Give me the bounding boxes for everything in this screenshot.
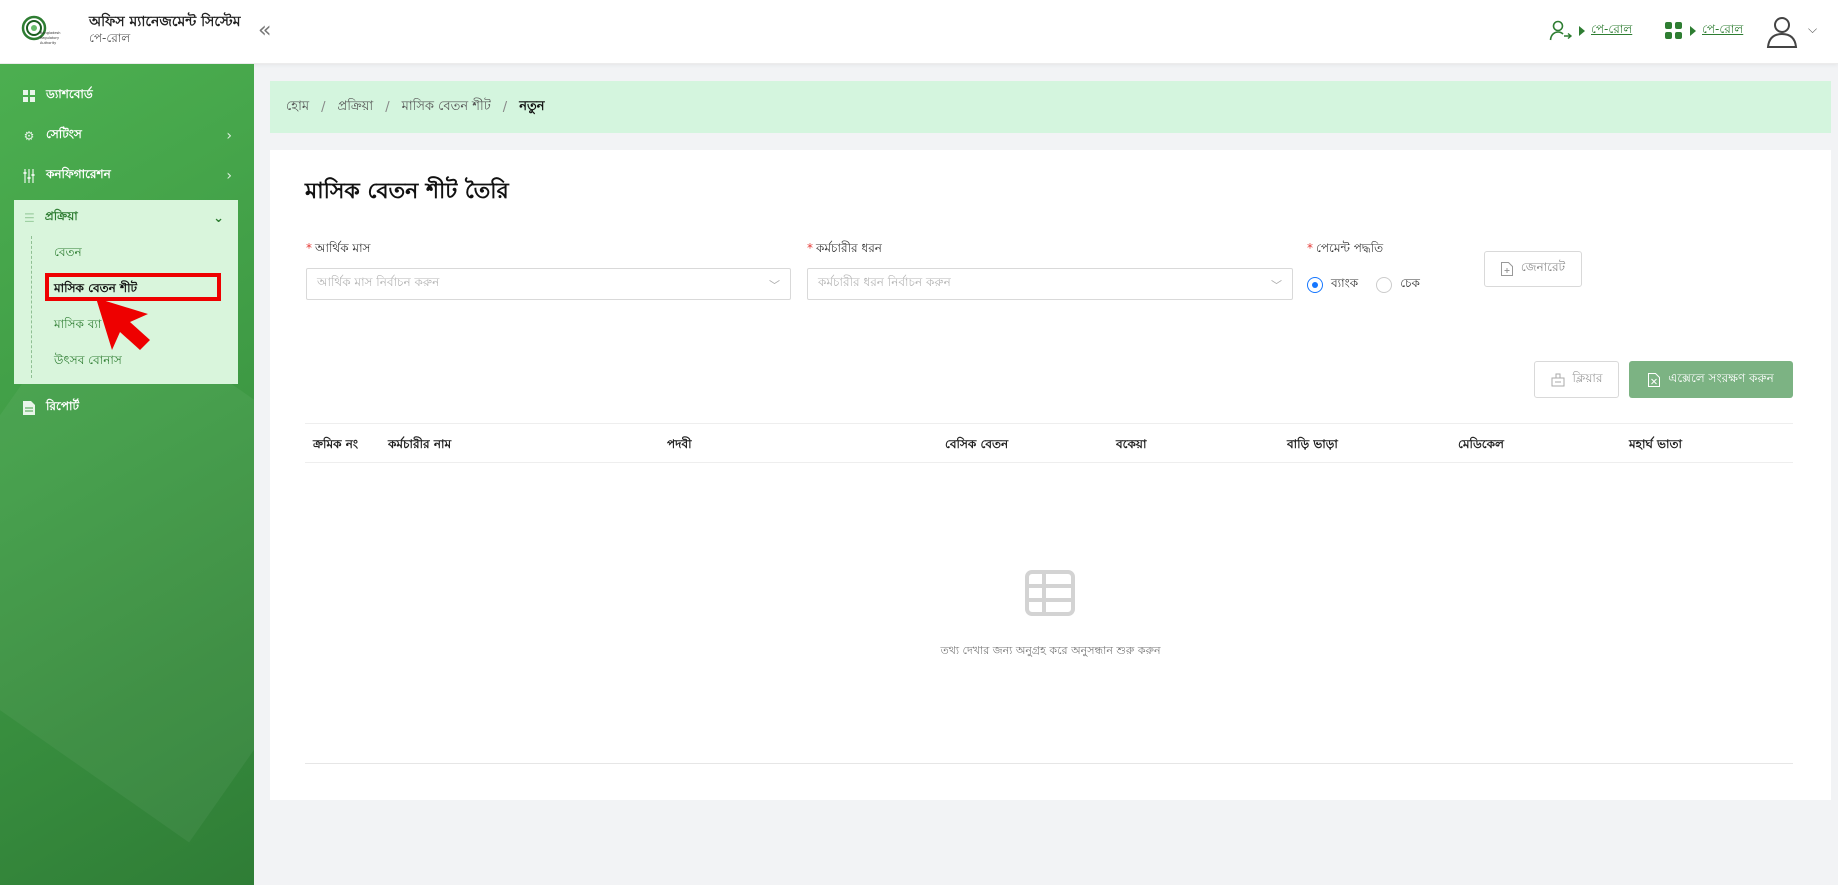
breadcrumb: হোম / প্রক্রিয়া / মাসিক বেতন শীট / নতুন [270,81,1831,133]
column-header: বেসিক বেতন [945,437,1009,451]
chevron-right-icon: › [226,168,232,184]
chevron-down-icon: ﹀ [769,279,780,292]
payment-option-cheque[interactable]: চেক [1376,275,1420,295]
generate-button-label: জেনারেট [1520,260,1566,274]
excel-file-icon [1648,372,1661,387]
process-submenu: ☰ প্রক্রিয়া ⌄ বেতন মাসিক বেতন শীট মাসিক… [14,200,238,384]
column-header: কর্মচারীর নাম [388,437,452,451]
clear-icon [1551,373,1564,386]
column-header: বকেয়া [1116,437,1147,451]
gear-icon: ⚙ [23,129,35,143]
payment-option-label: চেক [1400,276,1420,290]
svg-text:Authority: Authority [40,41,56,45]
user-switch-icon [1549,20,1573,41]
logo-icon: Bangladesh Regulatory Authority [21,15,61,45]
sidebar-item-label: সেটিংস [46,127,82,141]
payment-option-bank[interactable]: ব্যাংক [1307,275,1358,295]
save-excel-button[interactable]: এক্সেলে সংরক্ষণ করুন [1629,361,1793,398]
main-card: মাসিক বেতন শীট তৈরি * আর্থিক মাস আর্থিক ম… [270,150,1831,800]
submenu-item-salary[interactable]: বেতন [54,244,82,264]
fiscal-month-label: * আর্থিক মাস [306,241,371,255]
fiscal-month-placeholder: আর্থিক মাস নির্বাচন করুন [317,275,440,289]
save-excel-button-label: এক্সেলে সংরক্ষণ করুন [1668,370,1774,385]
chevron-right-icon: › [226,128,232,144]
sidebar-item-label: রিপোর্ট [46,399,80,413]
submenu-item-festival-bonus[interactable]: উৎসব বোনাস [54,352,122,372]
employee-type-placeholder: কর্মচারীর ধরন নির্বাচন করুন [818,275,951,289]
submenu-guide-line [31,236,32,378]
empty-state-text: তথ্য দেখার জন্য অনুগ্রহ করে অনুসন্ধান শু… [940,644,1161,657]
chevron-down-icon: ⌄ [213,210,224,226]
sidebar-item-label: কনফিগারেশন [46,167,111,181]
user-avatar-icon[interactable] [1765,14,1799,48]
submenu-item-monthly-bank[interactable]: মাসিক ব্যা [54,316,101,336]
list-icon: ☰ [24,211,35,225]
sidebar-item-label: ড্যাশবোর্ড [46,87,93,101]
sidebar-item-configuration[interactable]: কনফিগারেশন › [22,164,232,188]
submenu-item-monthly-salary-sheet[interactable]: মাসিক বেতন শীট [54,280,137,300]
sidebar-item-report[interactable]: রিপোর্ট [22,396,79,420]
breadcrumb-separator: / [502,99,508,115]
employee-type-select[interactable]: কর্মচারীর ধরন নির্বাচন করুন ﹀ [807,268,1293,300]
apps-switch-link[interactable]: পে-রোল [1664,18,1743,44]
empty-table-icon [1025,570,1075,616]
sidebar-item-settings[interactable]: ⚙ সেটিংস › [22,124,232,148]
svg-text:Regulatory: Regulatory [40,36,59,40]
caret-right-icon [1579,26,1585,36]
clear-button-label: ক্লিয়ার [1572,370,1603,385]
table-bottom-divider [305,763,1793,764]
chevron-down-icon: ﹀ [1271,279,1282,292]
apps-grid-icon [1665,22,1682,39]
payment-option-label: ব্যাংক [1331,276,1359,290]
sidebar: ড্যাশবোর্ড ⚙ সেটিংস › কনফিগারেশন › ☰ প্র… [0,64,254,885]
fiscal-month-select[interactable]: আর্থিক মাস নির্বাচন করুন ﹀ [306,268,791,300]
radio-unchecked-icon[interactable] [1376,277,1393,293]
payment-method-radio-group: ব্যাংক চেক [1307,275,1420,295]
file-add-icon [1500,262,1513,276]
caret-right-icon [1690,26,1696,36]
sidebar-item-dashboard[interactable]: ড্যাশবোর্ড [22,84,93,108]
top-header: Bangladesh Regulatory Authority অফিস ম্য… [0,0,1838,64]
breadcrumb-separator: / [385,99,390,115]
payroll-switch-link[interactable]: পে-রোল [1549,18,1632,44]
breadcrumb-current: নতুন [519,98,545,114]
radio-checked-icon[interactable] [1307,277,1323,293]
breadcrumb-monthly-salary-sheet[interactable]: মাসিক বেতন শীট [402,97,491,118]
chevron-down-icon[interactable]: ⌵ [1808,22,1817,37]
breadcrumb-separator: / [321,99,326,115]
dashboard-icon [22,89,36,103]
column-header: মেডিকেল [1458,437,1504,451]
column-header: পদবী [667,437,692,451]
sidebar-item-label: প্রক্রিয়া [44,209,78,223]
breadcrumb-home[interactable]: হোম [286,97,309,118]
column-header: বাড়ি ভাড়া [1287,437,1338,451]
page-title: মাসিক বেতন শীট তৈরি [305,179,509,204]
column-header: ক্রমিক নং [313,437,359,451]
sidebar-item-process[interactable]: ☰ প্রক্রিয়া ⌄ [24,208,224,228]
clear-button[interactable]: ক্লিয়ার [1534,361,1619,398]
document-icon [22,401,36,415]
breadcrumb-process[interactable]: প্রক্রিয়া [337,97,373,118]
employee-type-label: * কর্মচারীর ধরন [807,241,882,255]
column-header: মহার্ঘ ভাতা [1629,437,1682,451]
sliders-icon [22,169,36,183]
payroll-link-label-2[interactable]: পে-রোল [1702,21,1743,41]
table-header-row: ক্রমিক নং কর্মচারীর নাম পদবী বেসিক বেতন … [305,423,1793,463]
payroll-link-label-1[interactable]: পে-রোল [1591,21,1632,41]
generate-button[interactable]: জেনারেট [1484,251,1582,287]
svg-text:Bangladesh: Bangladesh [40,31,61,35]
payment-method-label: * পেমেন্ট পদ্ধতি [1307,241,1384,255]
collapse-sidebar-icon[interactable]: « [258,18,271,43]
app-subtitle: পে-রোল [89,31,131,45]
